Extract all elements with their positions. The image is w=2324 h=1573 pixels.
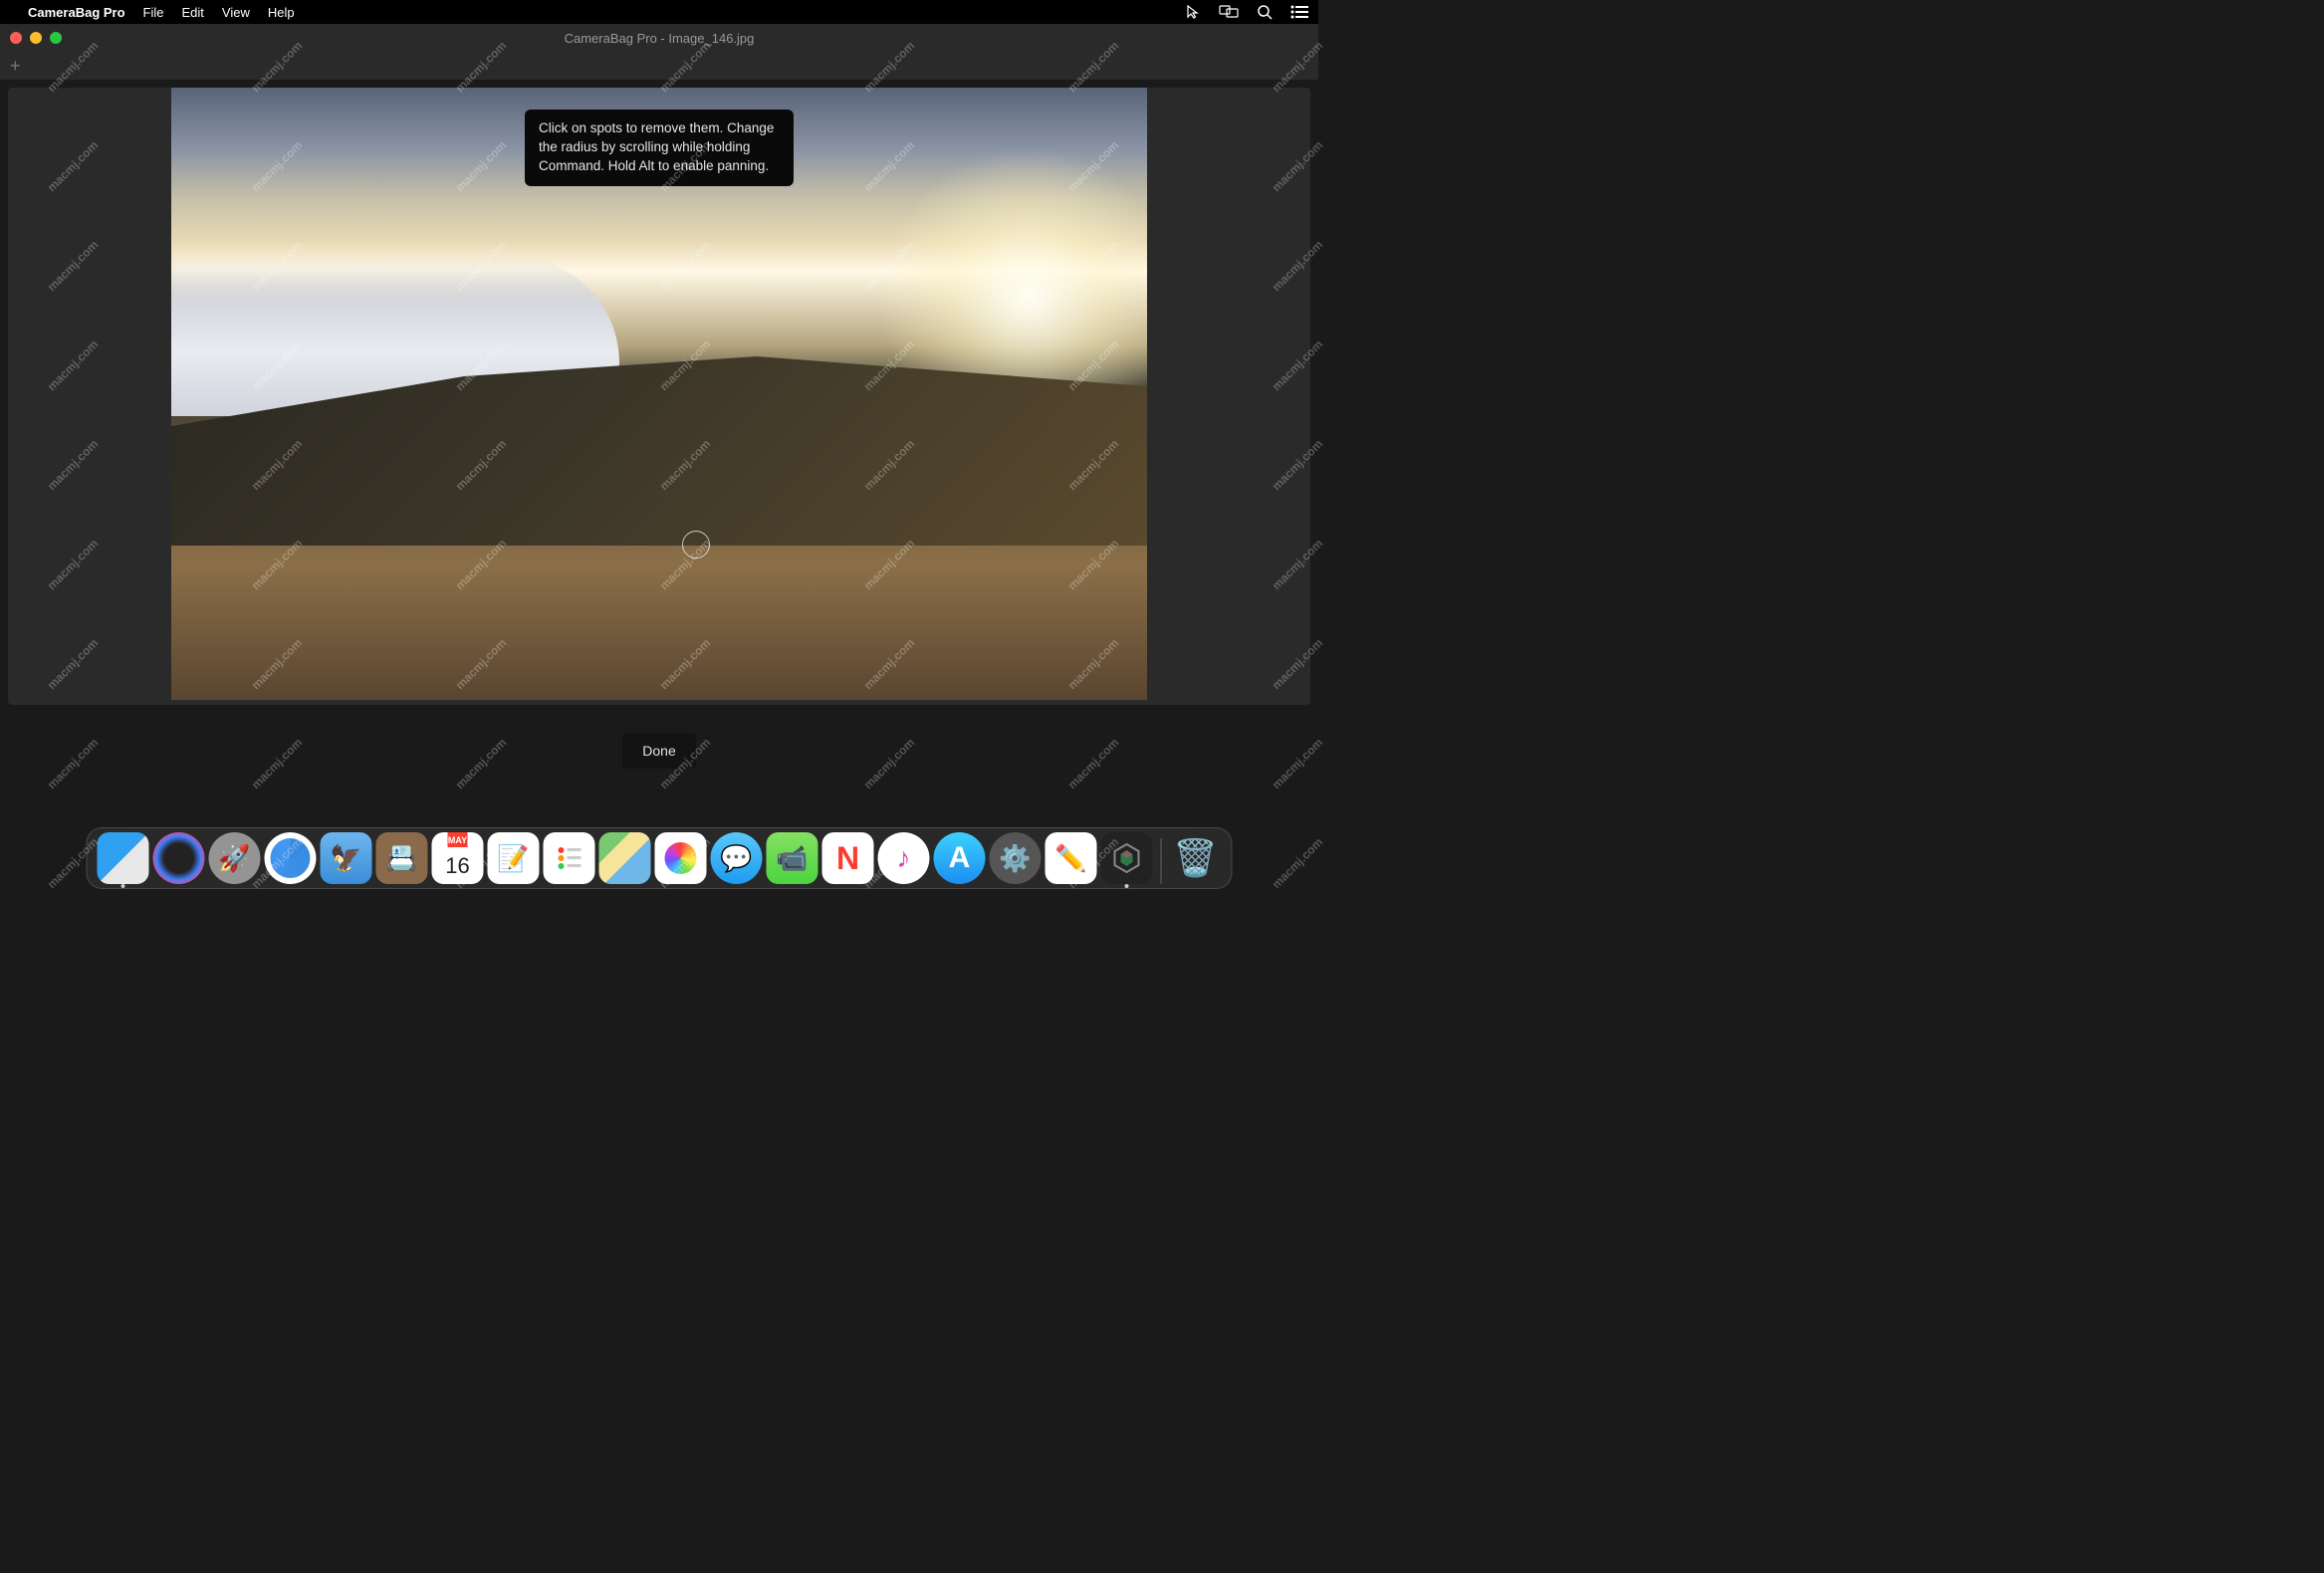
- dock-music-icon[interactable]: ♪: [878, 832, 930, 884]
- tooltip-text: Click on spots to remove them. Change th…: [539, 120, 774, 173]
- dock-safari-icon[interactable]: [265, 832, 317, 884]
- dock-calendar-icon[interactable]: MAY 16: [432, 832, 484, 884]
- dock-facetime-icon[interactable]: 📹: [767, 832, 818, 884]
- add-tab-button[interactable]: +: [10, 57, 21, 75]
- instruction-tooltip: Click on spots to remove them. Change th…: [525, 110, 794, 186]
- dock-camerabag-icon[interactable]: [1101, 832, 1153, 884]
- menu-help[interactable]: Help: [268, 5, 295, 20]
- menubar: CameraBag Pro File Edit View Help: [0, 0, 1318, 24]
- window-maximize-button[interactable]: [50, 32, 62, 44]
- tab-bar: +: [0, 52, 1318, 80]
- dock-textedit-icon[interactable]: ✏️: [1046, 832, 1097, 884]
- dock-siri-icon[interactable]: [153, 832, 205, 884]
- dock-notes-icon[interactable]: 📝: [488, 832, 540, 884]
- cursor-icon[interactable]: [1185, 4, 1201, 20]
- window-minimize-button[interactable]: [30, 32, 42, 44]
- dock-trash-icon[interactable]: 🗑️: [1170, 832, 1222, 884]
- menubar-app-name[interactable]: CameraBag Pro: [28, 5, 125, 20]
- done-button[interactable]: Done: [622, 733, 695, 769]
- menu-view[interactable]: View: [222, 5, 250, 20]
- dock-separator: [1161, 838, 1162, 884]
- calendar-day: 16: [445, 847, 469, 884]
- list-icon[interactable]: [1290, 5, 1308, 19]
- dock-launchpad-icon[interactable]: 🚀: [209, 832, 261, 884]
- dock-sysprefs-icon[interactable]: ⚙️: [990, 832, 1042, 884]
- calendar-month: MAY: [448, 832, 467, 847]
- dock-appstore-icon[interactable]: A: [934, 832, 986, 884]
- dock-contacts-icon[interactable]: 📇: [376, 832, 428, 884]
- dock-photos-icon[interactable]: [655, 832, 707, 884]
- bottom-toolbar: Done: [0, 713, 1318, 798]
- menu-file[interactable]: File: [143, 5, 164, 20]
- display-icon[interactable]: [1219, 5, 1239, 19]
- dock-mail-icon[interactable]: 🦅: [321, 832, 372, 884]
- dock-maps-icon[interactable]: [599, 832, 651, 884]
- window-titlebar: CameraBag Pro - Image_146.jpg: [0, 24, 1318, 52]
- dock-news-icon[interactable]: N: [822, 832, 874, 884]
- dock-messages-icon[interactable]: 💬: [711, 832, 763, 884]
- window-close-button[interactable]: [10, 32, 22, 44]
- spot-removal-cursor: [682, 531, 710, 559]
- watermark: macmj.com: [1270, 835, 1326, 892]
- menu-edit[interactable]: Edit: [182, 5, 204, 20]
- search-icon[interactable]: [1257, 4, 1273, 20]
- dock-finder-icon[interactable]: [98, 832, 149, 884]
- dock-reminders-icon[interactable]: [544, 832, 595, 884]
- window-title: CameraBag Pro - Image_146.jpg: [565, 31, 755, 46]
- dock: 🚀 🦅 📇 MAY 16 📝 💬 📹 N ♪ A ⚙️ ✏️ 🗑️: [87, 827, 1233, 889]
